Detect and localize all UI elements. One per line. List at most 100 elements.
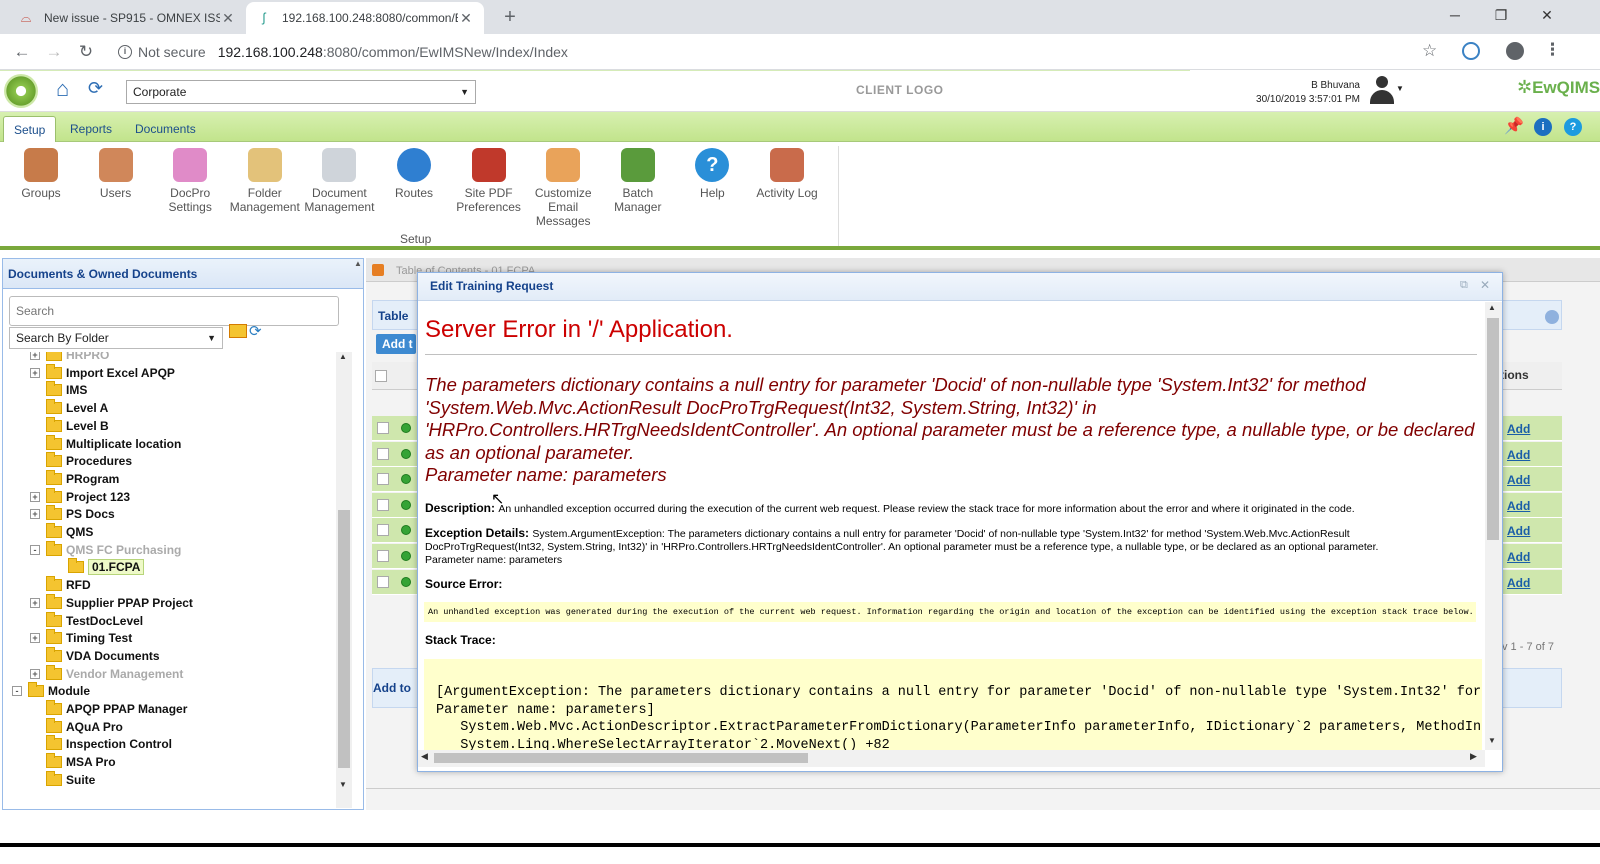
row-checkbox[interactable] [377,498,389,511]
reload-button[interactable]: ↻ [74,40,98,64]
tree-node[interactable]: Suite [30,770,95,789]
tree-node[interactable]: + PS Docs [30,505,115,523]
add-button[interactable]: Add t [376,334,416,354]
tree-node[interactable]: + Supplier PPAP Project [30,593,193,612]
close-icon[interactable]: ✕ [220,10,236,27]
add-link[interactable]: Add [1507,473,1530,487]
tree-node[interactable]: + Project 123 [30,487,130,506]
tree-node[interactable]: QMS [30,523,93,541]
pin-icon[interactable]: 📌 [1504,116,1524,136]
row-checkbox[interactable] [377,550,389,562]
tree-node[interactable]: Multiplicate location [30,434,181,453]
ribbon-item-groups[interactable]: Groups [4,146,78,200]
close-icon[interactable]: ✕ [1480,278,1490,292]
expand-icon[interactable]: + [30,491,40,502]
refresh-icon[interactable]: ⟳ [88,78,103,99]
tree-node[interactable]: PRogram [30,469,119,488]
address-bar[interactable]: i Not secure 192.168.100.248:8080/common… [118,41,568,63]
add-link[interactable]: Add [1507,499,1530,513]
info-icon[interactable]: i [118,45,132,59]
help-icon[interactable]: ? [1564,118,1582,136]
tree-node[interactable]: IMS [30,381,87,399]
ribbon-item-help[interactable]: ? Help [675,146,749,200]
tab-setup[interactable]: Setup [3,116,57,142]
tree-node[interactable]: + Timing Test [30,629,132,647]
scroll-left-icon[interactable]: ◀ [421,751,428,762]
refresh-icon[interactable]: ⟳ [249,322,262,340]
ribbon-item-docpro-settings[interactable]: DocPro Settings [153,146,227,214]
folder-search-icon[interactable] [229,324,247,338]
select-all-checkbox[interactable] [375,370,387,382]
browser-tab-app[interactable]: ʃ 192.168.100.248:8080/common/E ✕ [246,2,484,34]
expand-icon[interactable]: + [30,633,40,644]
tree-node[interactable]: APQP PPAP Manager [30,700,187,718]
expand-icon[interactable]: + [30,367,40,378]
extension-icon[interactable] [1462,42,1480,60]
tab-reports[interactable]: Reports [60,116,122,142]
dialog-vertical-scrollbar-thumb[interactable] [1487,318,1499,540]
ribbon-item-folder-management[interactable]: Folder Management [228,146,302,214]
tree-node[interactable]: MSA Pro [30,753,116,771]
tree-node[interactable]: 01.FCPA [52,558,145,576]
tree-node[interactable]: Procedures [30,452,132,470]
panel-tool-icon[interactable] [1545,310,1559,324]
dialog-horizontal-scrollbar-thumb[interactable] [434,753,808,763]
info-icon[interactable]: i [1534,118,1552,136]
bookmark-star-icon[interactable]: ☆ [1422,41,1437,61]
tree-node[interactable]: Inspection Control [30,735,172,753]
row-checkbox[interactable] [377,524,389,537]
collapse-icon[interactable]: ▲ [354,259,362,268]
row-checkbox[interactable] [377,422,389,434]
scroll-right-icon[interactable]: ▶ [1470,751,1477,762]
expand-icon[interactable]: + [30,597,40,608]
expand-icon[interactable]: + [30,352,40,360]
ribbon-item-customize-email-messages[interactable]: Customize Email Messages [526,146,600,228]
minimize-button[interactable]: ─ [1432,0,1478,32]
tree-node[interactable]: + Import Excel APQP [30,363,175,382]
close-icon[interactable]: ✕ [458,10,474,27]
ribbon-item-activity-log[interactable]: Activity Log [750,146,824,200]
collapse-icon[interactable]: - [30,544,40,555]
tab-documents[interactable]: Documents [125,116,206,142]
ribbon-item-users[interactable]: Users [79,146,153,200]
scroll-down-icon[interactable]: ▼ [1488,736,1496,745]
menu-kebab-icon[interactable]: ⋮ [1544,40,1561,60]
browser-tab-issue[interactable]: ⌓ New issue - SP915 - OMNEX ISSU ✕ [8,2,246,34]
maximize-icon[interactable]: ⧉ [1460,279,1468,292]
tree-node[interactable]: Level A [30,399,108,417]
tree-scrollbar-thumb[interactable] [338,510,350,768]
ribbon-item-document-management[interactable]: Document Management [302,146,376,214]
back-button[interactable]: ← [10,40,34,64]
ribbon-item-batch-manager[interactable]: Batch Manager [601,146,675,214]
tree-node[interactable]: RFD [30,576,91,594]
add-link[interactable]: Add [1507,550,1530,564]
collapse-icon[interactable]: - [12,686,22,697]
forward-button[interactable]: → [42,40,66,64]
tree-node[interactable]: - QMS FC Purchasing [30,540,181,559]
ribbon-item-site-pdf-preferences[interactable]: Site PDF Preferences [452,146,526,214]
tree-node[interactable]: VDA Documents [30,646,160,665]
row-checkbox[interactable] [377,447,389,460]
scroll-up-icon[interactable]: ▲ [339,352,347,361]
scroll-up-icon[interactable]: ▲ [1488,303,1496,312]
org-select[interactable]: Corporate ▼ [126,80,476,104]
scroll-down-icon[interactable]: ▼ [339,780,347,789]
add-link[interactable]: Add [1507,524,1530,538]
tree-node[interactable]: + Vendor Management [30,664,183,683]
expand-icon[interactable]: + [30,668,40,679]
search-by-select[interactable]: Search By Folder ▼ [9,327,223,349]
tree-node[interactable]: - Module [12,682,90,700]
expand-icon[interactable]: + [30,509,40,520]
chevron-down-icon[interactable]: ▼ [1396,84,1404,93]
maximize-button[interactable]: ❐ [1478,0,1524,32]
tree-search-input[interactable] [9,296,339,326]
window-close-button[interactable]: ✕ [1524,0,1570,32]
row-checkbox[interactable] [377,575,389,588]
row-checkbox[interactable] [377,473,389,486]
add-link[interactable]: Add [1507,422,1530,436]
home-icon[interactable]: ⌂ [56,76,69,102]
new-tab-button[interactable]: + [498,6,522,30]
tree-node[interactable]: TestDocLevel [30,611,143,630]
tree-node[interactable]: + HRPRO [30,352,109,364]
ribbon-item-routes[interactable]: Routes [377,146,451,200]
